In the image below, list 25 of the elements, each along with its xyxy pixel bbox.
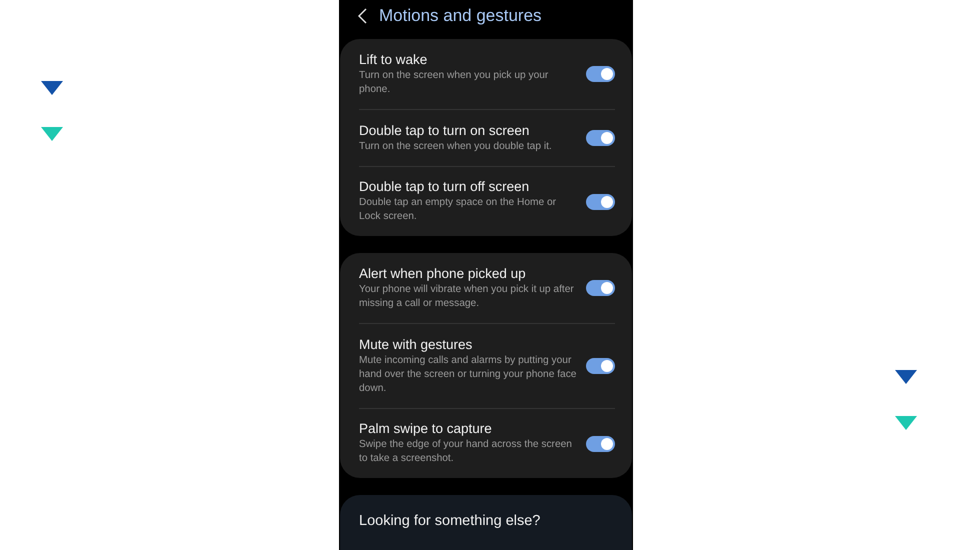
setting-description: Double tap an empty space on the Home or Lock screen. [359,196,558,224]
toggle-switch[interactable] [586,130,615,146]
toggle-switch[interactable] [586,66,615,82]
setting-title[interactable]: Palm swipe to capture [359,421,578,436]
setting-description: Turn on the screen when you pick up your phone. [359,68,550,96]
toggle-switch[interactable] [586,358,615,374]
setting-title[interactable]: Double tap to turn on screen [359,122,578,138]
toggle-switch[interactable] [586,436,615,452]
back-icon[interactable] [358,8,367,24]
suggestion-title: Looking for something else? [359,513,540,529]
setting-title[interactable]: Lift to wake [359,52,578,66]
setting-description: Swipe the edge of your hand across the screen to take a screenshot. [359,438,573,466]
toggle-switch[interactable] [586,280,615,296]
toggle-switch[interactable] [586,194,615,210]
setting-description: Your phone will vibrate when you pick it up after missing a call or message. [359,282,575,310]
setting-title[interactable]: Mute with gestures [359,336,578,352]
page-title: Motions and gestures [379,6,542,26]
setting-title[interactable]: Alert when phone picked up [359,266,578,280]
triangle-icon [41,127,63,141]
setting-title[interactable]: Double tap to turn off screen [359,179,578,194]
triangle-icon [895,370,917,384]
setting-description: Mute incoming calls and alarms by putting your hand over the screen or turning your phone face down. [359,354,578,396]
triangle-icon [895,416,917,430]
triangle-icon [41,81,63,95]
setting-description: Turn on the screen when you double tap it. [359,140,553,154]
